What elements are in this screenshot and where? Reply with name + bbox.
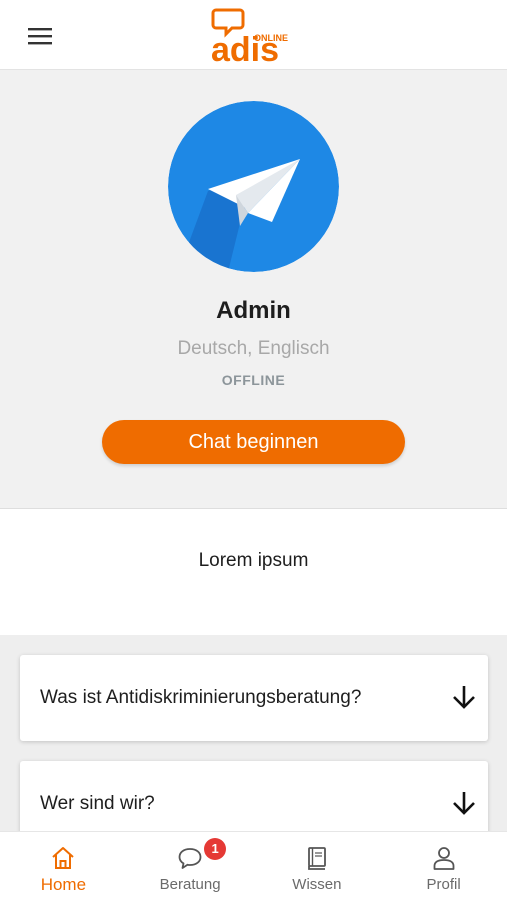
- unread-badge: 1: [204, 838, 227, 860]
- consultant-name: Admin: [216, 297, 291, 324]
- bottom-navigation: Home 1 Beratung Wissen Profil: [0, 831, 507, 900]
- book-icon: [307, 847, 326, 870]
- nav-beratung[interactable]: 1 Beratung: [127, 832, 254, 900]
- intro-text: Lorem ipsum: [198, 550, 309, 571]
- adis-logo: ONLINE adis: [211, 8, 288, 64]
- profile-section: Admin Deutsch, Englisch OFFLINE Chat beg…: [0, 70, 507, 509]
- menu-icon: [28, 28, 52, 45]
- intro-section: Lorem ipsum: [0, 509, 507, 635]
- arrow-down-icon: [453, 686, 475, 709]
- chat-bubble-icon: [178, 848, 202, 869]
- faq-item-wer-sind-wir[interactable]: Wer sind wir?: [20, 761, 488, 835]
- faq-question: Wer sind wir?: [40, 793, 155, 814]
- home-icon: [52, 847, 75, 869]
- app-header: ONLINE adis: [0, 0, 507, 70]
- nav-home[interactable]: Home: [0, 832, 127, 900]
- avatar: [168, 101, 339, 272]
- faq-item-antidiskriminierungsberatung[interactable]: Was ist Antidiskriminierungsberatung?: [20, 655, 488, 741]
- faq-question: Was ist Antidiskriminierungsberatung?: [40, 687, 362, 708]
- nav-label: Beratung: [159, 876, 221, 893]
- menu-button[interactable]: [22, 20, 58, 52]
- nav-profil[interactable]: Profil: [380, 832, 507, 900]
- svg-text:adis: adis: [211, 31, 279, 64]
- nav-label: Home: [40, 875, 87, 894]
- faq-list: Was ist Antidiskriminierungsberatung? We…: [0, 635, 507, 835]
- person-icon: [433, 847, 455, 870]
- nav-label: Wissen: [292, 876, 342, 893]
- paper-plane-icon: [168, 101, 339, 272]
- start-chat-button[interactable]: Chat beginnen: [102, 420, 405, 464]
- nav-label: Profil: [426, 876, 461, 893]
- status-label: OFFLINE: [221, 372, 286, 388]
- nav-wissen[interactable]: Wissen: [254, 832, 381, 900]
- consultant-languages: Deutsch, Englisch: [177, 338, 330, 359]
- arrow-down-icon: [453, 792, 475, 815]
